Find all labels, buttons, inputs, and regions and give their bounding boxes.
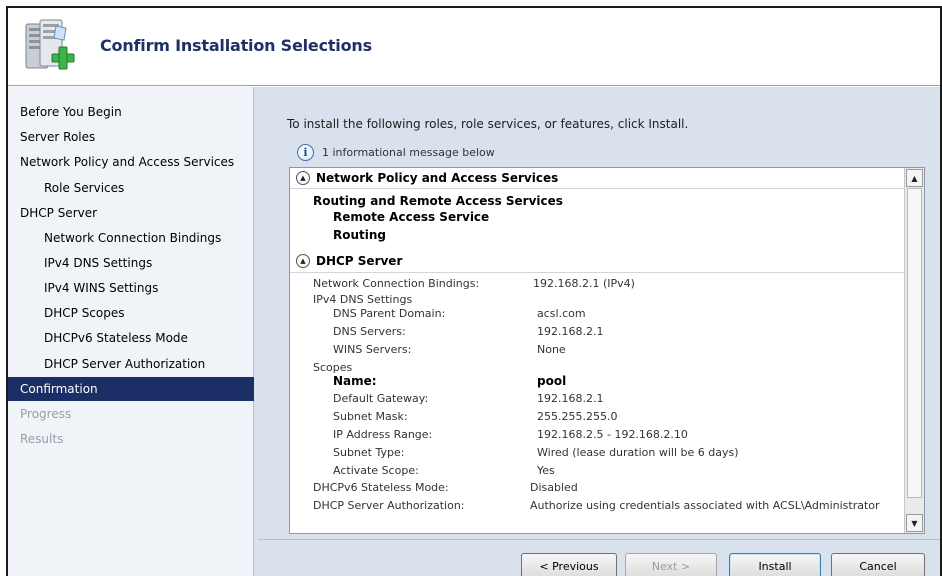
step-server-roles[interactable]: Server Roles [20, 125, 95, 149]
wizard-steps-sidebar: Before You Begin Server Roles Network Po… [8, 87, 254, 576]
section-title-dhcp: DHCP Server [316, 254, 403, 268]
section-header-dhcp[interactable]: ▲ DHCP Server [296, 251, 402, 271]
info-message-row: i 1 informational message below [297, 142, 495, 162]
section-title-npas: Network Policy and Access Services [316, 171, 559, 185]
step-dhcpv6-stateless-mode[interactable]: DHCPv6 Stateless Mode [44, 326, 188, 350]
step-dhcp-server-authorization[interactable]: DHCP Server Authorization [44, 352, 205, 376]
collapse-chevron-icon[interactable]: ▲ [296, 254, 310, 268]
step-network-policy[interactable]: Network Policy and Access Services [20, 150, 234, 174]
npas-routing: Routing [333, 228, 387, 242]
step-network-connection-bindings[interactable]: Network Connection Bindings [44, 226, 221, 250]
cancel-button[interactable]: Cancel [831, 553, 925, 576]
main-content: To install the following roles, role ser… [258, 87, 942, 576]
footer-divider [258, 539, 942, 540]
installation-details-panel[interactable]: ▲ Network Policy and Access Services Rou… [289, 167, 925, 534]
step-ipv4-dns-settings[interactable]: IPv4 DNS Settings [44, 251, 152, 275]
step-before-you-begin[interactable]: Before You Begin [20, 100, 122, 124]
npas-remote-access: Remote Access Service [333, 210, 490, 224]
npas-service: Routing and Remote Access Services [313, 194, 563, 208]
previous-button[interactable]: < Previous [521, 553, 617, 576]
step-dhcp-server[interactable]: DHCP Server [20, 201, 97, 225]
section-divider [290, 272, 906, 273]
scroll-up-arrow-icon[interactable]: ▲ [906, 169, 923, 187]
wizard-body: Before You Begin Server Roles Network Po… [8, 87, 942, 576]
wizard-window: Confirm Installation Selections Before Y… [6, 6, 942, 576]
step-confirmation[interactable]: Confirmation [8, 377, 254, 401]
intro-text: To install the following roles, role ser… [287, 117, 689, 131]
details-scrollbar[interactable]: ▲ ▼ [904, 168, 924, 533]
step-role-services[interactable]: Role Services [44, 176, 124, 200]
step-progress: Progress [20, 407, 72, 421]
next-button: Next > [625, 553, 717, 576]
scrollbar-thumb[interactable] [907, 188, 922, 498]
collapse-chevron-icon[interactable]: ▲ [296, 171, 310, 185]
install-button[interactable]: Install [729, 553, 821, 576]
step-dhcp-scopes[interactable]: DHCP Scopes [44, 301, 125, 325]
scroll-down-arrow-icon[interactable]: ▼ [906, 514, 923, 532]
section-divider [290, 188, 906, 189]
server-add-icon [25, 19, 75, 70]
step-results: Results [20, 432, 64, 446]
page-title: Confirm Installation Selections [100, 36, 372, 55]
wizard-header: Confirm Installation Selections [8, 8, 942, 86]
info-message-text: 1 informational message below [322, 145, 495, 159]
info-icon: i [297, 143, 314, 161]
section-header-npas[interactable]: ▲ Network Policy and Access Services [296, 168, 558, 188]
step-ipv4-wins-settings[interactable]: IPv4 WINS Settings [44, 276, 158, 300]
